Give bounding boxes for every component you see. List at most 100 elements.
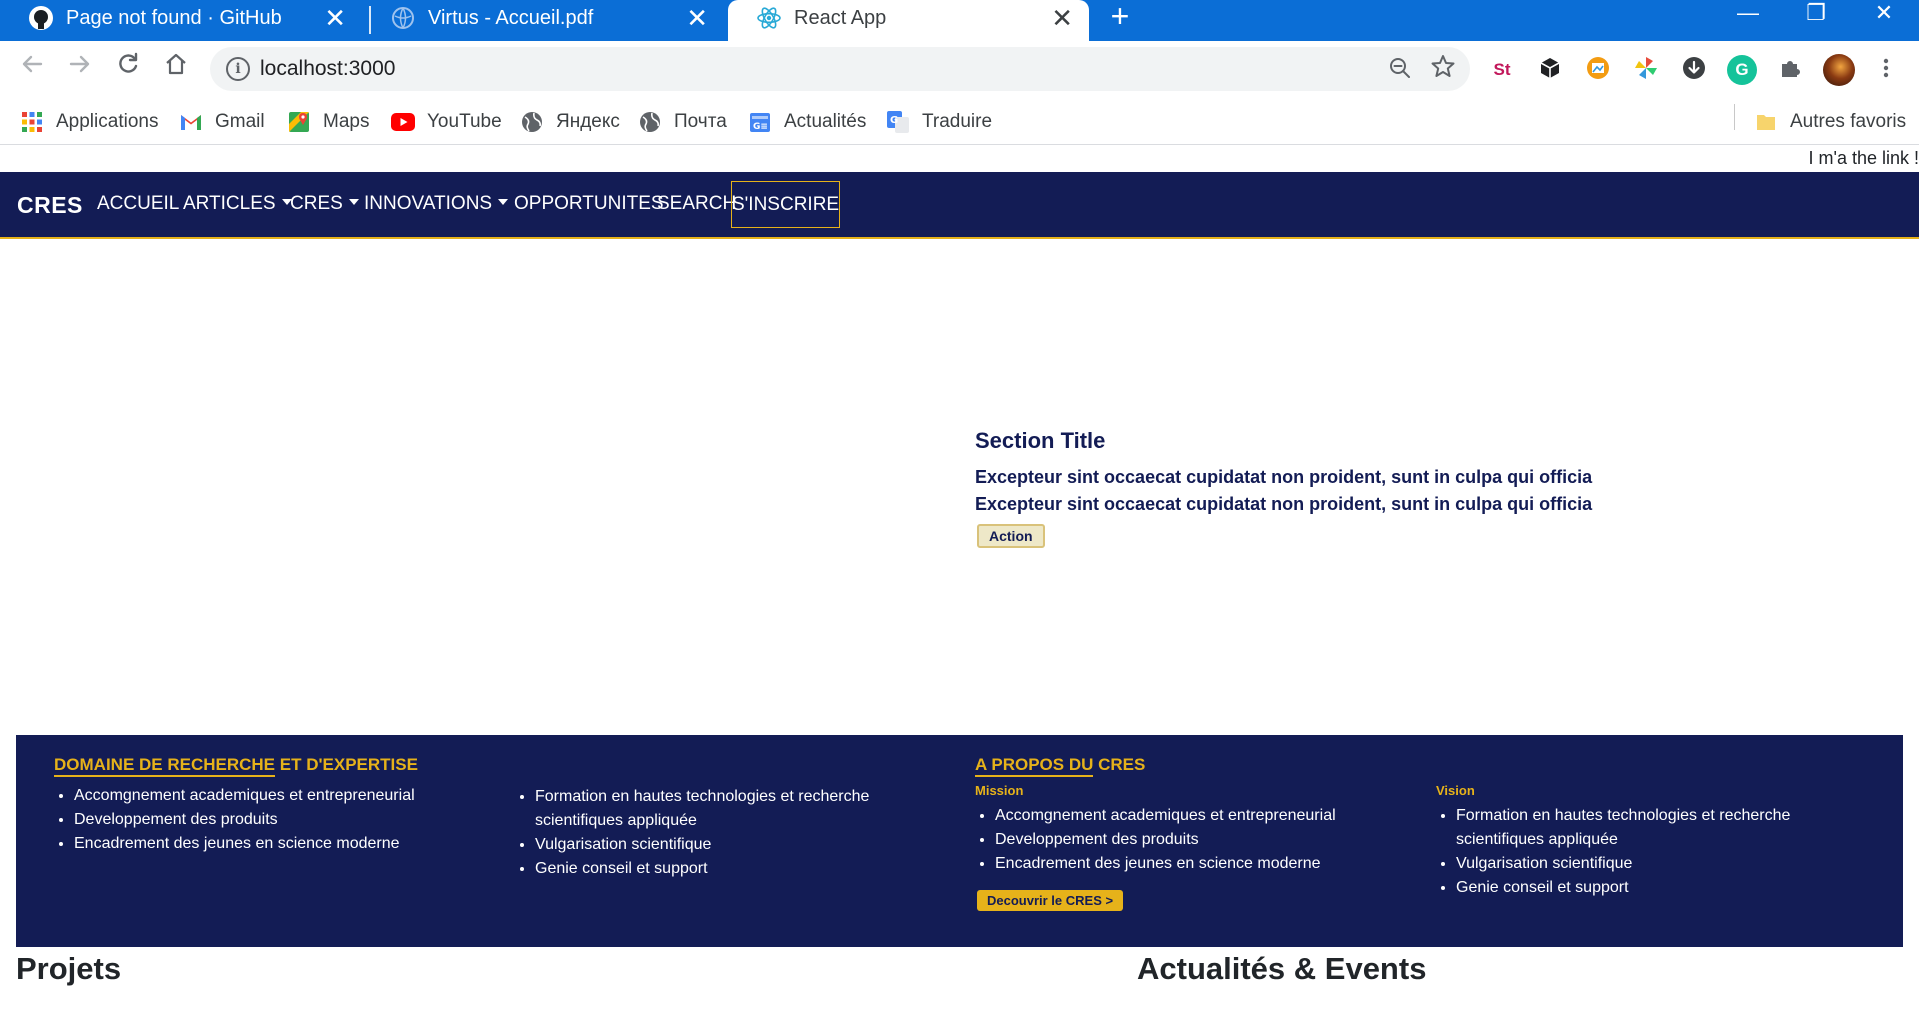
github-icon — [28, 5, 54, 31]
reload-button[interactable] — [111, 51, 145, 85]
list-item: Formation en hautes technologies et rech… — [535, 785, 895, 833]
bookmark-pochta[interactable]: Почта — [638, 107, 727, 137]
bookmark-star-icon[interactable] — [1430, 53, 1456, 86]
domain-heading-underlined: DOMAINE DE RECHERCHE — [54, 755, 276, 777]
reload-icon — [119, 52, 138, 73]
tab-virtus-pdf[interactable]: Virtus - Accueil.pdf ✕ — [362, 0, 724, 41]
window-close-button[interactable]: ✕ — [1864, 0, 1904, 32]
cube-extension-icon[interactable] — [1535, 55, 1565, 85]
apps-grid-icon — [20, 110, 44, 134]
about-heading: A PROPOS DU CRES — [975, 755, 1395, 777]
vision-label: Vision — [1436, 783, 1475, 798]
stylus-extension-icon[interactable]: St — [1487, 55, 1517, 85]
action-button[interactable]: Action — [977, 524, 1045, 548]
list-item: Developpement des produits — [995, 828, 1395, 852]
youtube-icon — [391, 110, 415, 134]
restore-button[interactable]: ❐ — [1796, 0, 1836, 32]
forward-button[interactable] — [63, 51, 97, 85]
about-heading-rest: CRES — [1093, 755, 1146, 774]
svg-text:G: G — [890, 115, 898, 126]
download-extension-icon[interactable] — [1679, 55, 1709, 85]
globe-icon — [390, 5, 416, 31]
list-item: Encadrement des jeunes en science modern… — [74, 832, 474, 856]
section-text-line: Excepteur sint occaecat cupidatat non pr… — [975, 494, 1593, 514]
bookmark-applications[interactable]: Applications — [20, 107, 158, 137]
site-info-icon[interactable]: i — [226, 57, 250, 81]
list-item: Vulgarisation scientifique — [535, 833, 895, 857]
list-item: Accomgnement academiques et entrepreneur… — [74, 784, 474, 808]
grammarly-extension-icon[interactable]: G — [1727, 55, 1757, 85]
back-arrow-icon — [22, 55, 43, 73]
nav-accueil[interactable]: ACCUEIL — [97, 193, 179, 215]
bookmark-actualites[interactable]: G≡ Actualités — [748, 107, 866, 137]
domain-heading: DOMAINE DE RECHERCHE ET D'EXPERTISE — [54, 755, 474, 777]
info-banner: DOMAINE DE RECHERCHE ET D'EXPERTISE Acco… — [16, 735, 1903, 947]
home-button[interactable] — [159, 51, 193, 85]
top-link[interactable]: I m'a the link ! — [1809, 148, 1919, 169]
react-icon — [756, 5, 782, 31]
svg-text:G≡: G≡ — [753, 122, 768, 132]
bookmarks-bar: Applications Gmail Maps YouTube Яндекс П… — [0, 99, 1919, 145]
address-url[interactable]: localhost:3000 — [260, 57, 395, 81]
minimize-button[interactable]: — — [1728, 0, 1768, 32]
new-tab-button[interactable]: + — [1104, 0, 1136, 32]
image-extension-icon[interactable] — [1583, 55, 1613, 85]
tab-close-icon[interactable]: ✕ — [686, 4, 708, 32]
projects-heading: Projets — [16, 951, 122, 986]
brand-logo[interactable]: CRES — [17, 192, 83, 219]
translate-icon: G — [886, 110, 910, 134]
list-item: Formation en hautes technologies et rech… — [1456, 804, 1826, 852]
vision-list: Formation en hautes technologies et rech… — [1456, 804, 1826, 900]
nav-opportunites[interactable]: OPPORTUNITES — [514, 193, 664, 215]
news-icon: G≡ — [748, 110, 772, 134]
hero-section: Section Title Excepteur sint occaecat cu… — [975, 428, 1675, 548]
tab-github[interactable]: Page not found · GitHub ✕ — [0, 0, 362, 41]
globe-icon — [638, 110, 662, 134]
chevron-down-icon — [348, 199, 359, 205]
nav-articles[interactable]: ARTICLES — [183, 193, 292, 215]
nav-innovations[interactable]: INNOVATIONS — [364, 193, 509, 215]
maps-icon — [287, 110, 311, 134]
gmail-icon — [179, 110, 203, 134]
vision-column: Vision Formation en hautes technologies … — [1436, 783, 1826, 900]
bookmark-label: Autres favoris — [1790, 111, 1907, 132]
list-item: Vulgarisation scientifique — [1456, 852, 1826, 876]
domain-column: DOMAINE DE RECHERCHE ET D'EXPERTISE Acco… — [54, 755, 474, 856]
mission-label: Mission — [975, 783, 1024, 798]
bookmark-gmail[interactable]: Gmail — [179, 107, 265, 137]
tab-react-app[interactable]: React App ✕ — [728, 0, 1089, 41]
domain-list-left: Accomgnement academiques et entrepreneur… — [74, 784, 474, 856]
back-button[interactable] — [15, 51, 49, 85]
signup-button[interactable]: S'INSCRIRE — [731, 181, 840, 228]
section-text-line: Excepteur sint occaecat cupidatat non pr… — [975, 467, 1593, 487]
list-item: Genie conseil et support — [535, 857, 895, 881]
menu-kebab-icon[interactable] — [1871, 55, 1901, 85]
address-bar[interactable]: i localhost:3000 — [210, 47, 1470, 91]
bookmark-label: Почта — [674, 111, 727, 132]
forward-arrow-icon — [69, 55, 90, 73]
folder-icon — [1754, 110, 1778, 134]
pinwheel-extension-icon[interactable] — [1631, 55, 1661, 85]
tab-close-icon[interactable]: ✕ — [1051, 4, 1073, 32]
nav-search[interactable]: SEARCH — [657, 193, 736, 215]
zoom-icon[interactable] — [1388, 56, 1412, 86]
bookmark-maps[interactable]: Maps — [287, 107, 369, 137]
bookmark-other-folder[interactable]: Autres favoris — [1754, 107, 1906, 137]
bookmark-label: YouTube — [427, 111, 502, 132]
discover-cres-button[interactable]: Decouvrir le CRES > — [977, 890, 1124, 911]
tab-title: Virtus - Accueil.pdf — [428, 7, 594, 29]
top-strip: I m'a the link ! — [0, 145, 1919, 172]
puzzle-extensions-icon[interactable] — [1775, 55, 1805, 85]
nav-innovations-label: INNOVATIONS — [364, 193, 493, 214]
nav-cres[interactable]: CRES — [290, 193, 359, 215]
bookmark-label: Яндекс — [556, 111, 620, 132]
bookmark-label: Applications — [56, 111, 159, 132]
mission-list: Accomgnement academiques et entrepreneur… — [995, 804, 1395, 876]
bookmark-youtube[interactable]: YouTube — [391, 107, 502, 137]
tab-close-icon[interactable]: ✕ — [324, 4, 346, 32]
profile-avatar[interactable] — [1823, 54, 1855, 86]
bookmark-yandex[interactable]: Яндекс — [520, 107, 620, 137]
list-item: Developpement des produits — [74, 808, 474, 832]
browser-toolbar: i localhost:3000 St G — [0, 41, 1919, 99]
bookmark-traduire[interactable]: G Traduire — [886, 107, 992, 137]
